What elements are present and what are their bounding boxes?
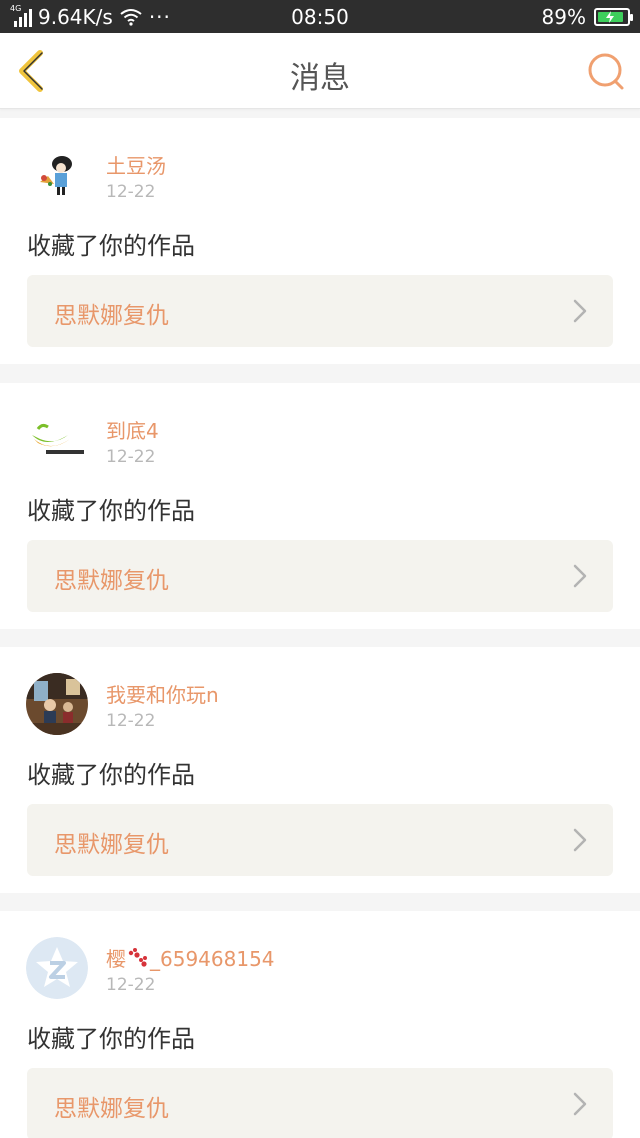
action-text: 收藏了你的作品	[27, 761, 195, 789]
work-link[interactable]: 思默娜复仇	[27, 1068, 613, 1138]
search-icon	[588, 53, 624, 90]
paw-icon	[128, 948, 147, 967]
username[interactable]: 我要和你玩n	[106, 679, 219, 708]
chevron-right-icon	[573, 564, 587, 588]
status-right: 89%	[541, 5, 633, 29]
work-title: 思默娜复仇	[54, 303, 169, 329]
work-link[interactable]: 思默娜复仇	[27, 804, 613, 876]
notification-card: 土豆汤 12-22 收藏了你的作品 思默娜复仇	[0, 118, 640, 364]
date: 12-22	[106, 975, 156, 995]
username[interactable]: 到底4	[106, 415, 159, 444]
username-prefix: 樱	[106, 947, 126, 971]
battery-level	[598, 11, 623, 23]
work-link[interactable]: 思默娜复仇	[27, 540, 613, 612]
date: 12-22	[106, 182, 156, 202]
work-title: 思默娜复仇	[54, 568, 169, 594]
battery-icon	[594, 8, 633, 26]
notification-card: 到底4 12-22 收藏了你的作品 思默娜复仇	[0, 383, 640, 629]
work-link[interactable]: 思默娜复仇	[27, 275, 613, 347]
notification-card: 我要和你玩n 12-22 收藏了你的作品 思默娜复仇	[0, 647, 640, 893]
date: 12-22	[106, 447, 156, 467]
photo-avatar-icon	[26, 673, 88, 735]
notification-card: 樱 _659468154 12-22 收藏了你的作品 思默娜复仇	[0, 911, 640, 1138]
action-text: 收藏了你的作品	[27, 497, 195, 525]
date: 12-22	[106, 711, 156, 731]
username[interactable]: 土豆汤	[106, 150, 166, 179]
navigation-bar: 消息	[0, 33, 640, 109]
work-title: 思默娜复仇	[54, 1096, 169, 1122]
page-title: 消息	[290, 61, 350, 96]
logo-avatar-icon	[26, 409, 88, 471]
username-suffix: _659468154	[150, 947, 275, 971]
default-avatar-icon	[26, 937, 88, 999]
search-button[interactable]	[586, 51, 626, 91]
status-bar: 4G 9.64K/s ··· 08:50 89%	[0, 0, 640, 33]
avatar[interactable]	[26, 144, 88, 206]
avatar[interactable]	[26, 409, 88, 471]
battery-percent: 89%	[541, 5, 586, 29]
action-text: 收藏了你的作品	[27, 1025, 195, 1053]
cartoon-avatar-icon	[26, 144, 88, 206]
username[interactable]: 樱 _659468154	[106, 943, 275, 972]
action-text: 收藏了你的作品	[27, 232, 195, 260]
chevron-right-icon	[573, 1092, 587, 1116]
chevron-right-icon	[573, 828, 587, 852]
chevron-right-icon	[573, 299, 587, 323]
avatar[interactable]	[26, 937, 88, 999]
work-title: 思默娜复仇	[54, 832, 169, 858]
avatar[interactable]	[26, 673, 88, 735]
